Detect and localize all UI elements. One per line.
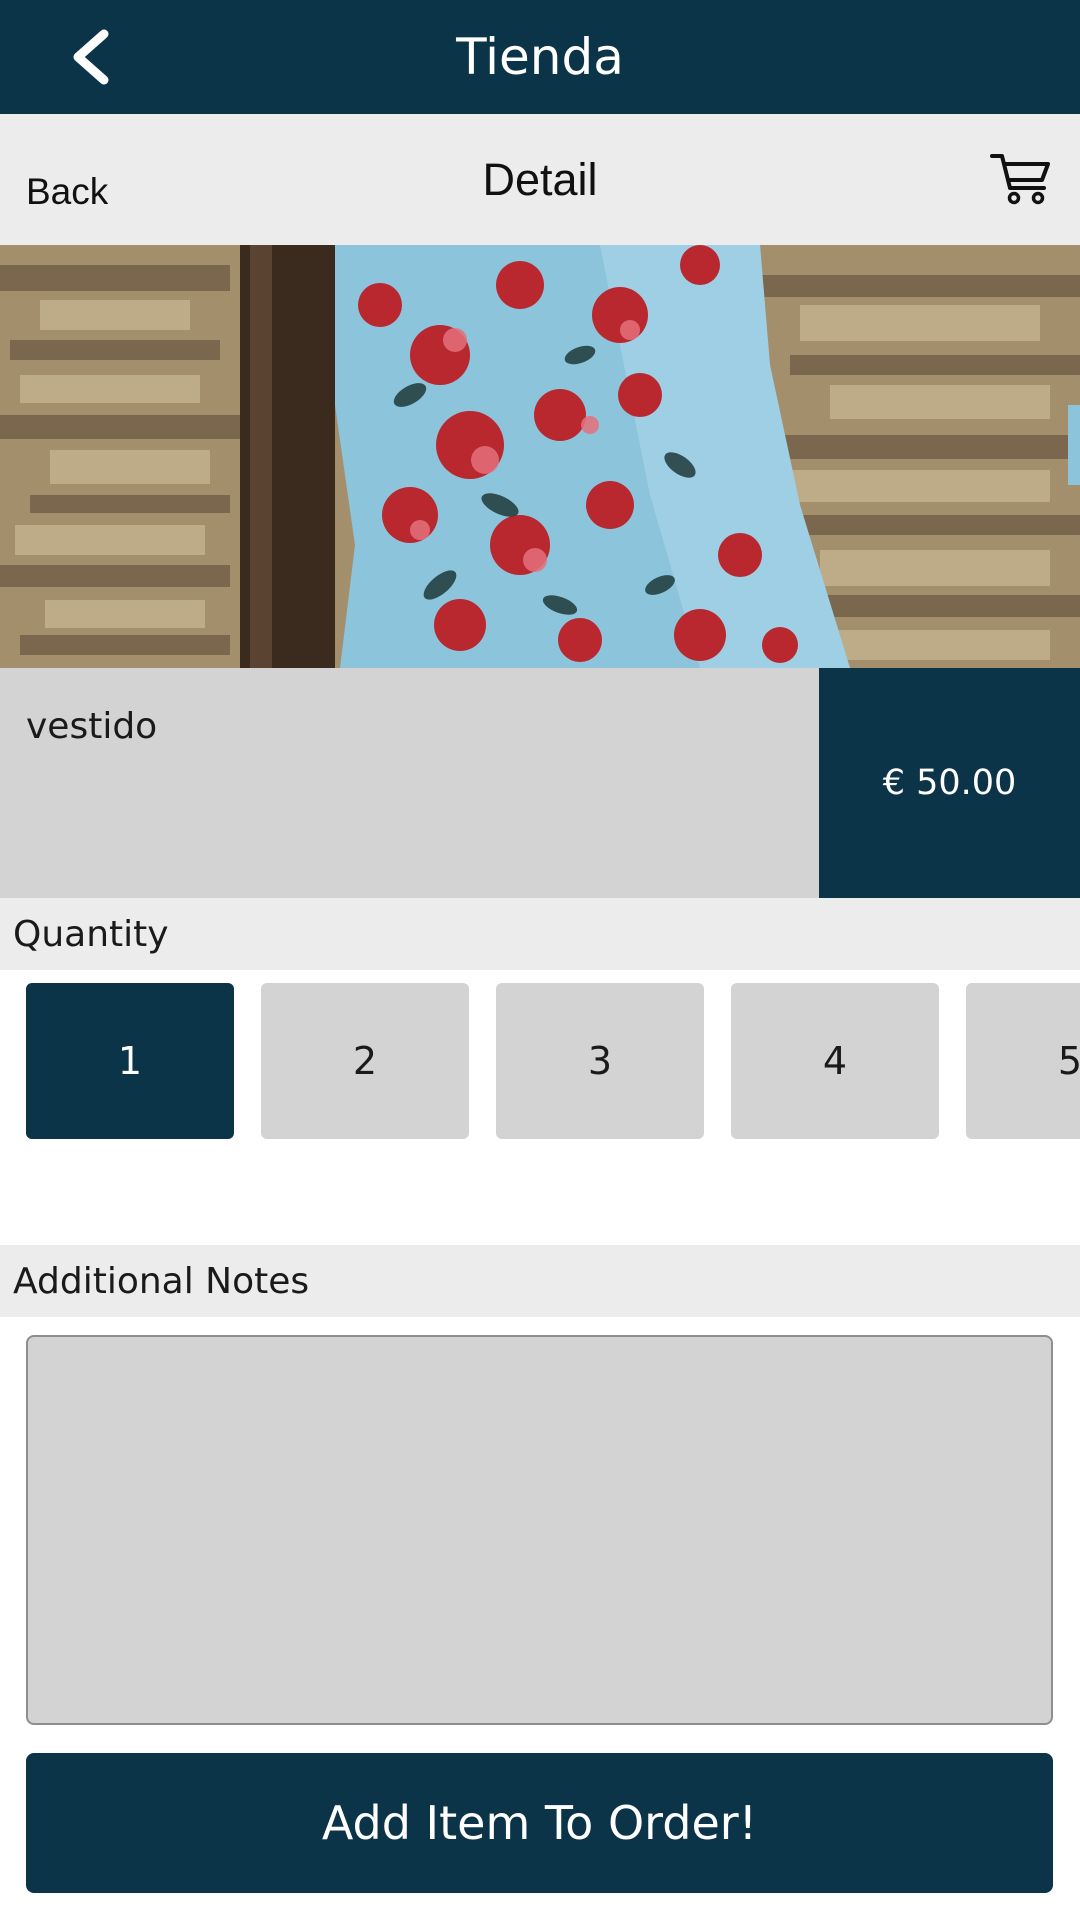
shopping-cart-icon[interactable]	[990, 150, 1052, 208]
app-bar: Tienda	[0, 0, 1080, 114]
quantity-selector: 1 2 3 4 5	[0, 970, 1080, 1140]
back-button[interactable]: Back	[26, 162, 108, 222]
chevron-left-icon[interactable]	[55, 22, 125, 92]
app-screen: Tienda Back Detail vestido € 50.00 Quant…	[0, 0, 1080, 1920]
product-info: vestido € 50.00	[0, 668, 1080, 898]
detail-nav-bar: Back Detail	[0, 114, 1080, 245]
page-title: Detail	[482, 153, 598, 205]
product-name-panel: vestido	[0, 668, 819, 898]
price-panel: € 50.00	[819, 668, 1080, 898]
add-to-order-button[interactable]: Add Item To Order!	[26, 1753, 1053, 1893]
quantity-option-2[interactable]: 2	[261, 983, 469, 1139]
product-price: € 50.00	[882, 763, 1017, 803]
quantity-option-5[interactable]: 5	[966, 983, 1080, 1139]
quantity-option-4[interactable]: 4	[731, 983, 939, 1139]
notes-header: Additional Notes	[0, 1245, 1080, 1317]
app-title: Tienda	[456, 28, 624, 86]
quantity-header: Quantity	[0, 898, 1080, 970]
notes-textarea[interactable]	[26, 1335, 1053, 1725]
product-name: vestido	[26, 706, 158, 747]
quantity-option-3[interactable]: 3	[496, 983, 704, 1139]
quantity-option-1[interactable]: 1	[26, 983, 234, 1139]
product-image	[0, 245, 1080, 668]
